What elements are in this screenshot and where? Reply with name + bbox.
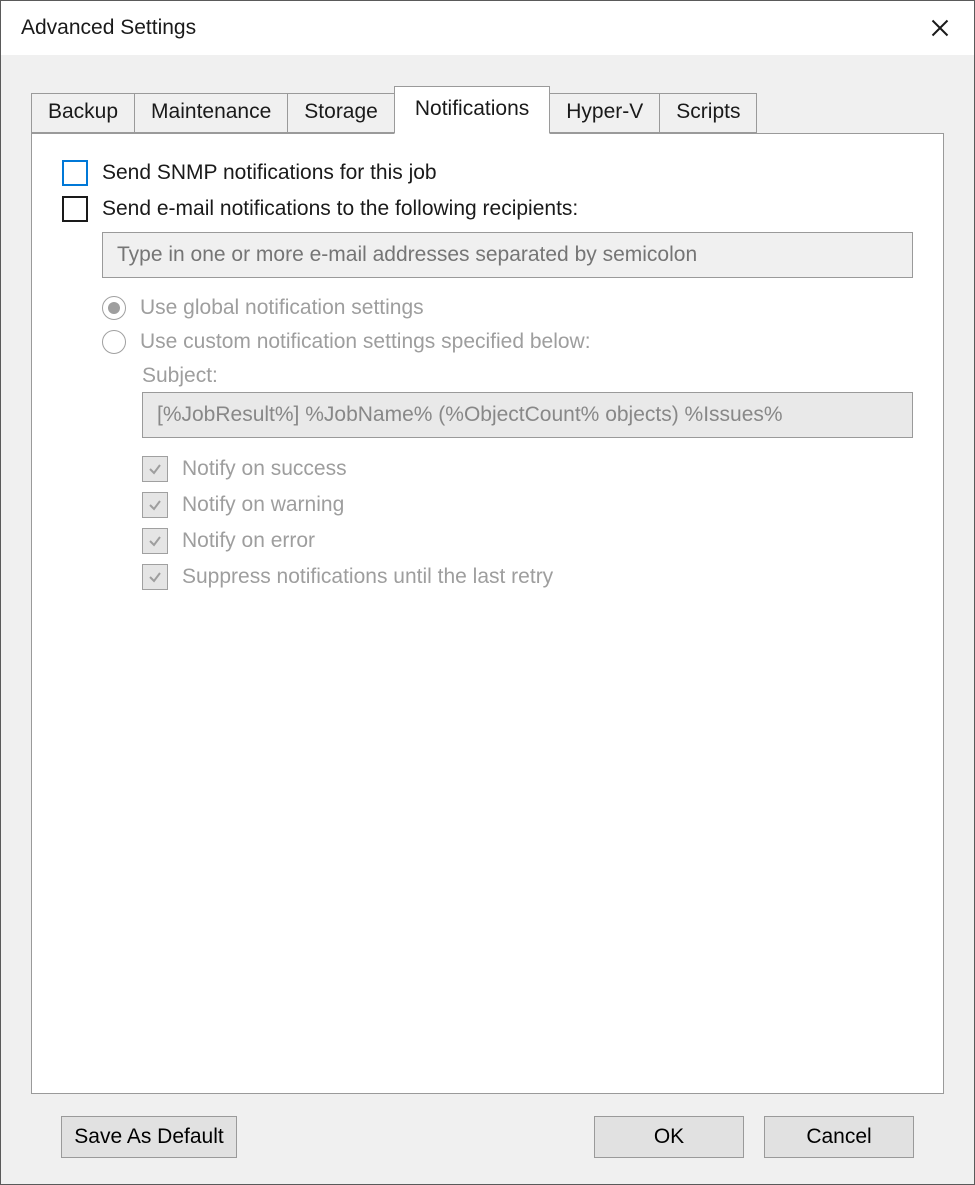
email-label: Send e-mail notifications to the followi… bbox=[102, 197, 578, 221]
save-as-default-button[interactable]: Save As Default bbox=[61, 1116, 237, 1158]
suppress-checkbox[interactable] bbox=[142, 564, 168, 590]
tab-notifications[interactable]: Notifications bbox=[394, 86, 550, 134]
radio-global-row: Use global notification settings bbox=[102, 296, 913, 320]
radio-global[interactable] bbox=[102, 296, 126, 320]
suppress-row: Suppress notifications until the last re… bbox=[142, 564, 913, 590]
radio-custom-row: Use custom notification settings specifi… bbox=[102, 330, 913, 354]
window-title: Advanced Settings bbox=[21, 16, 196, 40]
tabs-row: Backup Maintenance Storage Notifications… bbox=[31, 85, 944, 133]
tab-maintenance[interactable]: Maintenance bbox=[134, 93, 288, 133]
tab-backup[interactable]: Backup bbox=[31, 93, 135, 133]
notify-error-checkbox[interactable] bbox=[142, 528, 168, 554]
email-input-wrap bbox=[102, 232, 913, 278]
radio-custom-label: Use custom notification settings specifi… bbox=[140, 330, 591, 354]
email-checkbox[interactable] bbox=[62, 196, 88, 222]
dialog-body: Backup Maintenance Storage Notifications… bbox=[1, 55, 974, 1184]
subject-label-row: Subject: bbox=[142, 364, 913, 388]
subject-input-wrap bbox=[142, 392, 913, 438]
check-icon bbox=[147, 461, 163, 477]
cancel-button[interactable]: Cancel bbox=[764, 1116, 914, 1158]
notify-error-label: Notify on error bbox=[182, 529, 315, 553]
notify-warning-row: Notify on warning bbox=[142, 492, 913, 518]
snmp-label: Send SNMP notifications for this job bbox=[102, 161, 437, 185]
dialog-window: Advanced Settings Backup Maintenance Sto… bbox=[0, 0, 975, 1185]
notify-success-label: Notify on success bbox=[182, 457, 347, 481]
radio-custom[interactable] bbox=[102, 330, 126, 354]
title-bar: Advanced Settings bbox=[1, 1, 974, 55]
email-recipients-input[interactable] bbox=[102, 232, 913, 278]
notify-warning-label: Notify on warning bbox=[182, 493, 344, 517]
subject-input[interactable] bbox=[142, 392, 913, 438]
snmp-row: Send SNMP notifications for this job bbox=[62, 160, 913, 186]
suppress-label: Suppress notifications until the last re… bbox=[182, 565, 553, 589]
tab-panel-notifications: Send SNMP notifications for this job Sen… bbox=[31, 133, 944, 1094]
radio-global-label: Use global notification settings bbox=[140, 296, 424, 320]
dialog-footer: Save As Default OK Cancel bbox=[31, 1094, 944, 1184]
email-row: Send e-mail notifications to the followi… bbox=[62, 196, 913, 222]
tab-storage[interactable]: Storage bbox=[287, 93, 395, 133]
notify-success-checkbox[interactable] bbox=[142, 456, 168, 482]
tab-hyperv[interactable]: Hyper-V bbox=[549, 93, 660, 133]
notify-error-row: Notify on error bbox=[142, 528, 913, 554]
notify-warning-checkbox[interactable] bbox=[142, 492, 168, 518]
notify-success-row: Notify on success bbox=[142, 456, 913, 482]
tab-scripts[interactable]: Scripts bbox=[659, 93, 757, 133]
check-icon bbox=[147, 569, 163, 585]
check-icon bbox=[147, 497, 163, 513]
close-button[interactable] bbox=[918, 6, 962, 50]
subject-label: Subject: bbox=[142, 364, 218, 388]
close-icon bbox=[930, 18, 950, 38]
check-icon bbox=[147, 533, 163, 549]
snmp-checkbox[interactable] bbox=[62, 160, 88, 186]
ok-button[interactable]: OK bbox=[594, 1116, 744, 1158]
